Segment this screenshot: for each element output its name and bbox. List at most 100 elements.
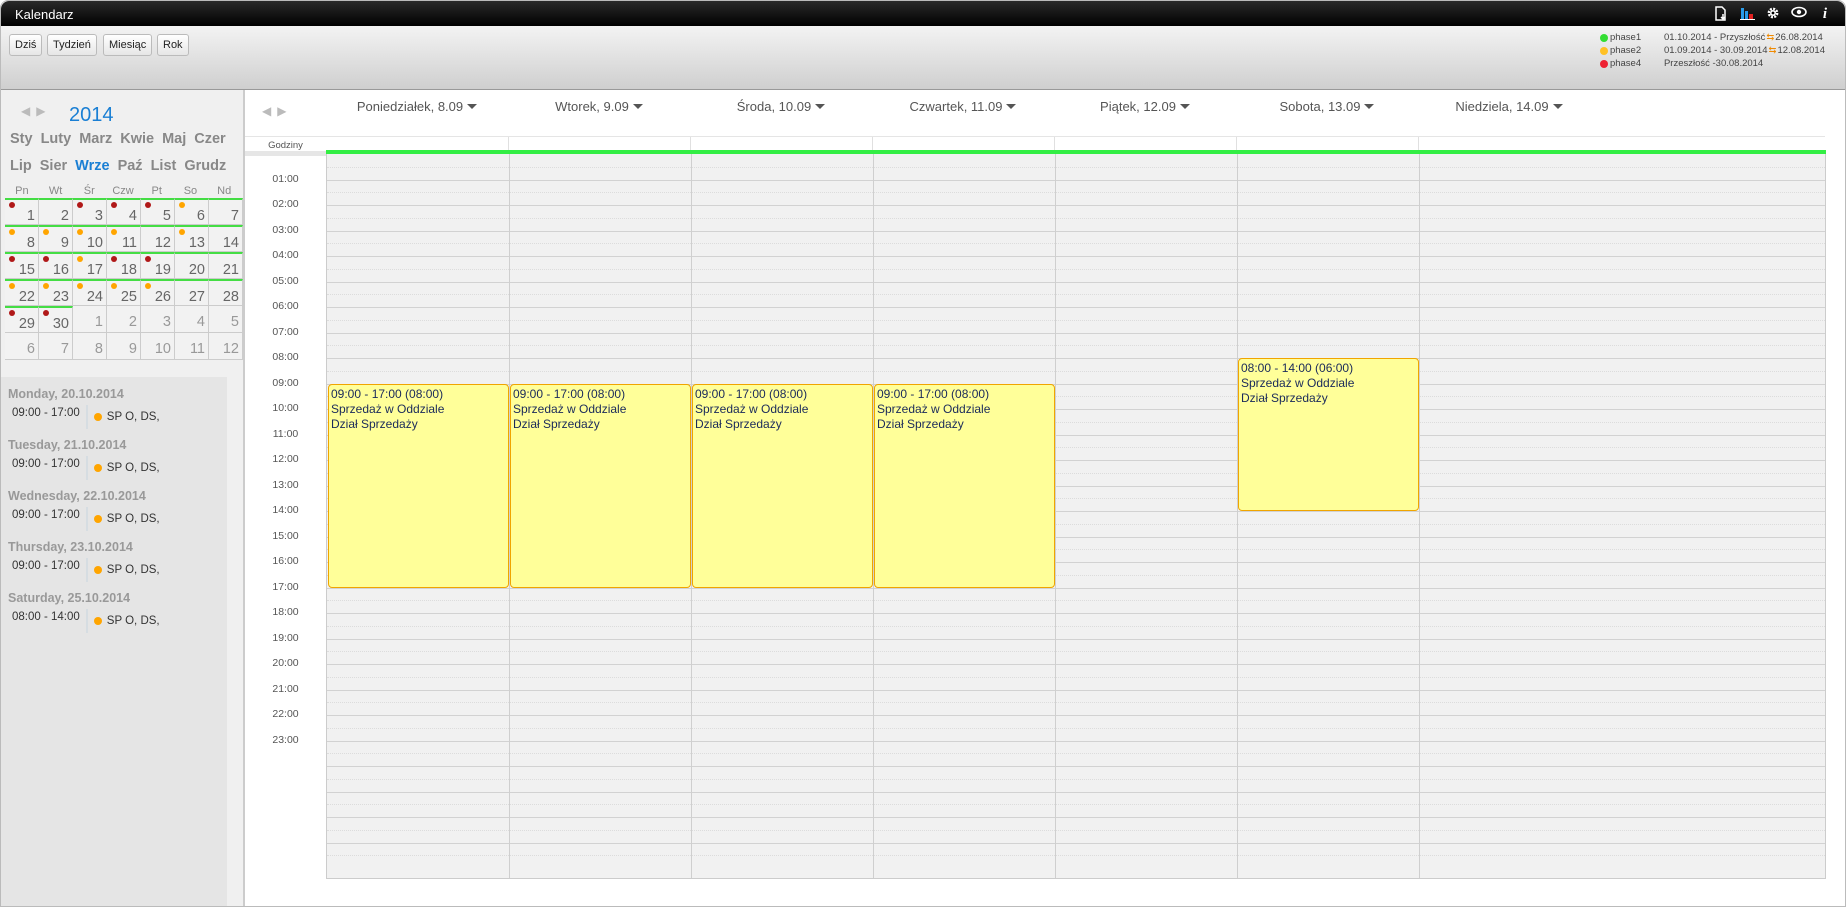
day-number: 27 [188,289,205,305]
mini-calendar-day[interactable]: 24 [73,279,107,306]
mini-calendar-day[interactable]: 27 [175,279,209,306]
calendar-event[interactable]: 09:00 - 17:00 (08:00) Sprzedaż w Oddziale… [692,383,873,588]
mini-calendar-day[interactable]: 14 [209,225,243,252]
month-link[interactable]: Czer [194,131,225,147]
mini-calendar-day[interactable]: 6 [5,333,39,360]
day-header[interactable]: Niedziela, 14.09 [1418,99,1600,114]
mini-calendar-day[interactable]: 26 [141,279,175,306]
mini-calendar-day[interactable]: 11 [107,225,141,252]
year-view-button[interactable]: Rok [157,34,189,56]
mini-calendar-day[interactable]: 6 [175,198,209,225]
mini-calendar-day[interactable]: 8 [5,225,39,252]
month-view-button[interactable]: Miesiąc [103,34,153,56]
info-icon[interactable]: i [1817,6,1833,22]
gear-icon[interactable] [1765,6,1781,22]
mini-calendar-day[interactable]: 1 [5,198,39,225]
day-header[interactable]: Sobota, 13.09 [1236,99,1418,114]
chevron-down-icon[interactable] [815,104,826,109]
time-grid[interactable]: 09:00 - 17:00 (08:00) Sprzedaż w Oddziale… [326,154,1826,879]
week-view-button[interactable]: Tydzień [47,34,97,56]
day-header[interactable]: Piątek, 12.09 [1054,99,1236,114]
agenda-item[interactable]: 09:00 - 17:00 SP O, DS, [12,507,227,531]
mini-calendar-day[interactable]: 18 [107,252,141,279]
month-link[interactable]: List [151,158,177,174]
next-week-arrow-icon[interactable]: ▶ [277,104,286,118]
chevron-down-icon[interactable] [467,104,478,109]
half-hour-line [327,294,1825,296]
calendar-event[interactable]: 09:00 - 17:00 (08:00) Sprzedaż w Oddziale… [328,383,509,588]
mini-calendar-day[interactable]: 9 [107,333,141,360]
month-link[interactable]: Maj [162,131,186,147]
month-link[interactable]: Grudz [184,158,226,174]
mini-calendar-day[interactable]: 29 [5,306,39,333]
mini-calendar-day[interactable]: 9 [39,225,73,252]
chevron-down-icon[interactable] [1006,104,1017,109]
day-header[interactable]: Środa, 10.09 [690,99,872,114]
prev-year-arrow-icon[interactable]: ◀ [21,104,30,118]
chevron-down-icon[interactable] [1552,104,1563,109]
today-button[interactable]: Dziś [9,34,43,56]
calendar-event[interactable]: 09:00 - 17:00 (08:00) Sprzedaż w Oddziale… [510,383,691,588]
mini-calendar-day[interactable]: 2 [107,306,141,333]
export-icon[interactable] [1713,6,1729,22]
month-link[interactable]: Lip [10,158,32,174]
day-header[interactable]: Czwartek, 11.09 [872,99,1054,114]
mini-calendar-day[interactable]: 17 [73,252,107,279]
agenda-day-heading: Tuesday, 21.10.2014 [8,438,127,452]
day-header[interactable]: Wtorek, 9.09 [508,99,690,114]
agenda-item[interactable]: 09:00 - 17:00 SP O, DS, [12,405,227,429]
month-link[interactable]: Paź [118,158,143,174]
month-link[interactable]: Wrze [75,158,109,174]
day-header[interactable]: Poniedziałek, 8.09 [326,99,508,114]
mini-calendar-day[interactable]: 30 [39,306,73,333]
month-link[interactable]: Marz [79,131,112,147]
mini-calendar-day[interactable]: 8 [73,333,107,360]
month-link[interactable]: Luty [41,131,72,147]
mini-calendar-day[interactable]: 13 [175,225,209,252]
agenda-item[interactable]: 09:00 - 17:00 SP O, DS, [12,558,227,582]
mini-calendar-day[interactable]: 25 [107,279,141,306]
mini-calendar-day[interactable]: 20 [175,252,209,279]
next-year-arrow-icon[interactable]: ▶ [36,104,45,118]
hour-label: 08:00 [272,351,299,363]
agenda-item[interactable]: 09:00 - 17:00 SP O, DS, [12,456,227,480]
chevron-down-icon[interactable] [1364,104,1375,109]
calendar-event[interactable]: 09:00 - 17:00 (08:00) Sprzedaż w Oddziale… [874,383,1055,588]
agenda-item[interactable]: 08:00 - 14:00 SP O, DS, [12,609,227,633]
chevron-down-icon[interactable] [632,104,643,109]
mini-calendar-day[interactable]: 2 [39,198,73,225]
mini-calendar-day[interactable]: 28 [209,279,243,306]
calendar-event[interactable]: 08:00 - 14:00 (06:00) Sprzedaż w Oddziale… [1238,358,1419,511]
prev-week-arrow-icon[interactable]: ◀ [262,104,271,118]
mini-calendar-day[interactable]: 12 [141,225,175,252]
mini-calendar-day[interactable]: 5 [209,306,243,333]
chart-icon[interactable] [1739,6,1755,22]
mini-calendar-day[interactable]: 15 [5,252,39,279]
mini-calendar-day[interactable]: 3 [73,198,107,225]
hour-line [327,817,1825,818]
mini-calendar-day[interactable]: 23 [39,279,73,306]
mini-calendar-day[interactable]: 7 [39,333,73,360]
mini-calendar-day[interactable]: 16 [39,252,73,279]
mini-calendar-day[interactable]: 1 [73,306,107,333]
eye-icon[interactable] [1791,6,1807,22]
mini-calendar-day[interactable]: 10 [141,333,175,360]
chevron-down-icon[interactable] [1179,104,1190,109]
mini-calendar-day[interactable]: 4 [175,306,209,333]
mini-calendar-day[interactable]: 7 [209,198,243,225]
mini-calendar-day[interactable]: 10 [73,225,107,252]
mini-calendar-day[interactable]: 4 [107,198,141,225]
hour-label: 22:00 [272,708,299,720]
mini-calendar-day[interactable]: 5 [141,198,175,225]
month-link[interactable]: Kwie [120,131,154,147]
mini-calendar-year[interactable]: 2014 [69,104,114,127]
mini-calendar-day[interactable]: 3 [141,306,175,333]
day-number: 26 [154,289,171,305]
month-link[interactable]: Sty [10,131,33,147]
mini-calendar-day[interactable]: 12 [209,333,243,360]
mini-calendar-day[interactable]: 19 [141,252,175,279]
mini-calendar-day[interactable]: 11 [175,333,209,360]
mini-calendar-day[interactable]: 22 [5,279,39,306]
month-link[interactable]: Sier [40,158,67,174]
mini-calendar-day[interactable]: 21 [209,252,243,279]
